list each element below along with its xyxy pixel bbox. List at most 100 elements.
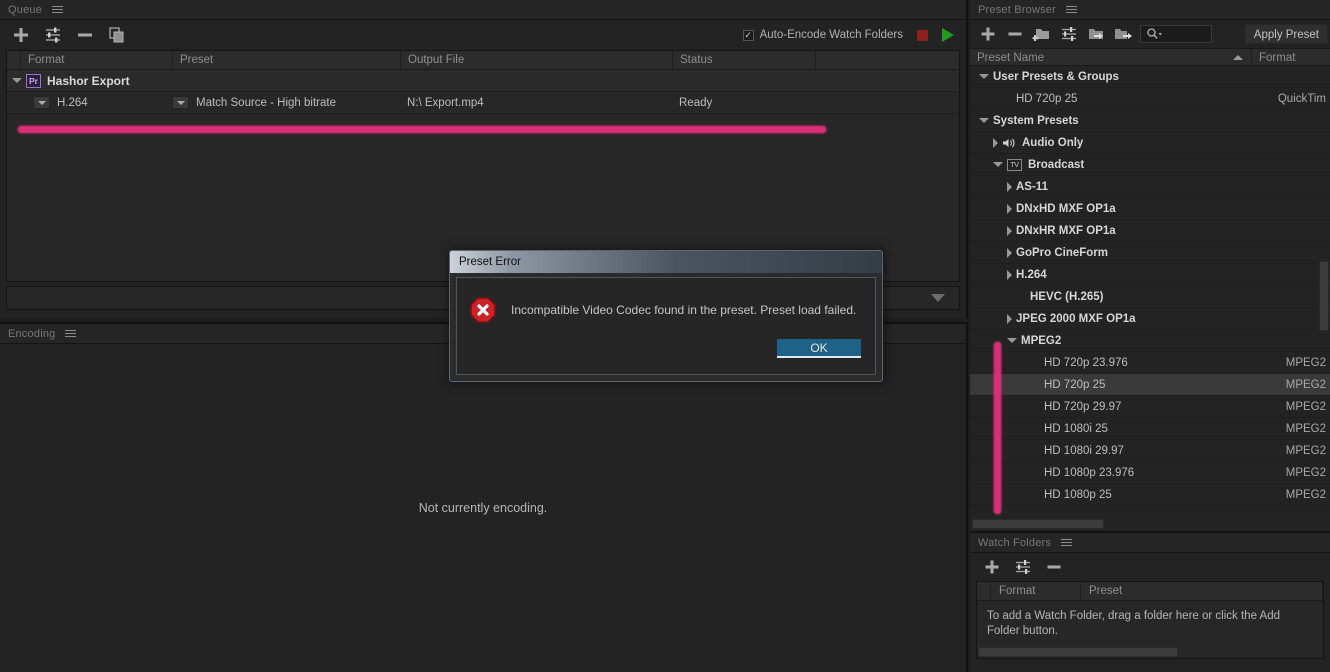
- preset-row[interactable]: AS-11: [970, 176, 1330, 198]
- sort-ascending-icon[interactable]: [1233, 55, 1243, 60]
- preset-row[interactable]: HEVC (H.265): [970, 286, 1330, 308]
- watch-folders-table-header: Format Preset: [977, 582, 1323, 601]
- remove-folder-icon[interactable]: [1044, 557, 1064, 577]
- dialog-ok-button[interactable]: OK: [777, 339, 861, 358]
- duplicate-icon[interactable]: [106, 24, 128, 46]
- preset-row-label: GoPro CineForm: [1016, 246, 1109, 259]
- watch-folders-menu-icon[interactable]: [1061, 539, 1073, 546]
- preset-search-input[interactable]: [1140, 25, 1212, 43]
- export-preset-icon[interactable]: [1113, 24, 1133, 44]
- add-icon[interactable]: [10, 24, 32, 46]
- wf-col-format[interactable]: Format: [991, 582, 1081, 600]
- error-octagon-icon: [469, 296, 497, 324]
- preset-row-label: DNxHD MXF OP1a: [1016, 202, 1116, 215]
- import-preset-icon[interactable]: [1086, 24, 1106, 44]
- preset-row[interactable]: DNxHD MXF OP1a: [970, 198, 1330, 220]
- encoding-menu-icon[interactable]: [65, 330, 77, 337]
- watch-folders-empty-message: To add a Watch Folder, drag a folder her…: [987, 610, 1280, 637]
- new-preset-icon[interactable]: [978, 24, 998, 44]
- preset-twisty-icon[interactable]: [1007, 203, 1012, 214]
- preset-vertical-scrollbar[interactable]: [1319, 261, 1329, 331]
- wf-col-preset[interactable]: Preset: [1081, 582, 1323, 600]
- checkbox-check-icon: ✓: [742, 29, 754, 41]
- preset-row-format: MPEG2: [1285, 356, 1326, 369]
- queue-menu-icon[interactable]: [52, 6, 64, 13]
- queue-expand-chevron-icon[interactable]: [931, 294, 945, 302]
- preset-twisty-icon[interactable]: [1007, 181, 1012, 192]
- preset-dropdown-icon[interactable]: [172, 96, 189, 109]
- watch-folders-toolbar: [970, 553, 1330, 581]
- encoding-panel-title[interactable]: Encoding: [8, 328, 55, 340]
- preset-row-label: HD 720p 25: [1044, 378, 1106, 391]
- preset-settings-icon[interactable]: [1059, 24, 1079, 44]
- preset-row[interactable]: Audio Only: [970, 132, 1330, 154]
- preset-row[interactable]: HD 1080p 23.976 MPEG2: [970, 462, 1330, 484]
- preset-browser-panel-title[interactable]: Preset Browser: [978, 4, 1056, 16]
- preset-row[interactable]: HD 720p 23.976 MPEG2: [970, 352, 1330, 374]
- preset-row[interactable]: MPEG2: [970, 330, 1330, 352]
- preset-list[interactable]: User Presets & Groups HD 720p 25 QuickTim S…: [970, 66, 1330, 531]
- delete-preset-icon[interactable]: [1005, 24, 1025, 44]
- new-folder-icon[interactable]: [1032, 24, 1052, 44]
- preset-row[interactable]: TV Broadcast: [970, 154, 1330, 176]
- preset-browser-panel: Preset Browser Apply Preset Preset Name …: [970, 0, 1330, 531]
- watch-folder-settings-icon[interactable]: [1013, 557, 1033, 577]
- queue-col-output-file[interactable]: Output File: [401, 51, 673, 69]
- apply-preset-button[interactable]: Apply Preset: [1244, 24, 1328, 44]
- preset-row[interactable]: HD 1080i 25 MPEG2: [970, 418, 1330, 440]
- queue-group-row[interactable]: Pr Hashor Export: [7, 70, 959, 92]
- preset-horizontal-scrollbar[interactable]: [972, 519, 1104, 529]
- preset-twisty-icon[interactable]: [1007, 338, 1017, 343]
- preset-browser-menu-icon[interactable]: [1066, 6, 1077, 13]
- preset-row[interactable]: HD 1080p 25 MPEG2: [970, 484, 1330, 506]
- add-folder-icon[interactable]: [982, 557, 1002, 577]
- preset-twisty-icon[interactable]: [1007, 247, 1012, 258]
- preset-row[interactable]: HD 720p 25 MPEG2: [970, 374, 1330, 396]
- watch-folders-horizontal-scrollbar[interactable]: [978, 647, 1178, 657]
- preset-row[interactable]: DNxHR MXF OP1a: [970, 220, 1330, 242]
- auto-encode-watch-folders-checkbox[interactable]: ✓ Auto-Encode Watch Folders: [742, 29, 903, 41]
- queue-col-format[interactable]: Format: [21, 51, 173, 69]
- preset-settings-icon[interactable]: [42, 24, 64, 46]
- preset-browser-toolbar: Apply Preset: [970, 20, 1330, 48]
- preset-row-label: DNxHR MXF OP1a: [1016, 224, 1116, 237]
- queue-item-status: Ready: [679, 96, 713, 109]
- preset-col-format[interactable]: Format: [1252, 49, 1295, 65]
- preset-row[interactable]: HD 720p 29.97 MPEG2: [970, 396, 1330, 418]
- dialog-title-bar[interactable]: Preset Error: [450, 251, 882, 273]
- preset-row[interactable]: HD 1080i 29.97 MPEG2: [970, 440, 1330, 462]
- preset-row[interactable]: User Presets & Groups: [970, 66, 1330, 88]
- queue-col-preset[interactable]: Preset: [173, 51, 401, 69]
- preset-twisty-icon[interactable]: [993, 137, 998, 148]
- preset-row-label: HD 720p 23.976: [1044, 356, 1128, 369]
- preset-twisty-icon[interactable]: [993, 162, 1003, 167]
- remove-icon[interactable]: [74, 24, 96, 46]
- search-icon: [1147, 28, 1162, 40]
- watch-folders-panel-title[interactable]: Watch Folders: [978, 537, 1051, 549]
- preset-row[interactable]: JPEG 2000 MXF OP1a: [970, 308, 1330, 330]
- group-twisty-icon[interactable]: [12, 78, 22, 83]
- premiere-pro-badge-icon: Pr: [26, 73, 41, 88]
- preset-row[interactable]: H.264: [970, 264, 1330, 286]
- queue-item-format: H.264: [57, 96, 88, 109]
- preset-row[interactable]: HD 720p 25 QuickTim: [970, 88, 1330, 110]
- preset-row[interactable]: GoPro CineForm: [970, 242, 1330, 264]
- queue-item-output-file[interactable]: N:\ Export.mp4: [400, 97, 672, 109]
- queue-col-extra[interactable]: [816, 51, 959, 69]
- preset-twisty-icon[interactable]: [979, 74, 989, 79]
- preset-col-name[interactable]: Preset Name: [970, 49, 1252, 65]
- queue-panel-title[interactable]: Queue: [8, 4, 42, 16]
- start-queue-button[interactable]: [942, 28, 954, 42]
- preset-twisty-icon[interactable]: [1007, 313, 1012, 324]
- preset-twisty-icon[interactable]: [1007, 225, 1012, 236]
- preset-row[interactable]: System Presets: [970, 110, 1330, 132]
- preset-twisty-icon[interactable]: [979, 118, 989, 123]
- preset-twisty-icon[interactable]: [1007, 269, 1012, 280]
- queue-table: Format Preset Output File Status Pr Hash…: [6, 50, 960, 282]
- queue-item-row[interactable]: H.264 Match Source - High bitrate N:\ Ex…: [7, 92, 959, 114]
- stop-queue-button[interactable]: [917, 29, 928, 41]
- queue-col-status[interactable]: Status: [673, 51, 816, 69]
- queue-item-preset[interactable]: Match Source - High bitrate: [196, 97, 400, 109]
- format-dropdown-icon[interactable]: [33, 96, 50, 109]
- preset-row-format: MPEG2: [1285, 378, 1326, 391]
